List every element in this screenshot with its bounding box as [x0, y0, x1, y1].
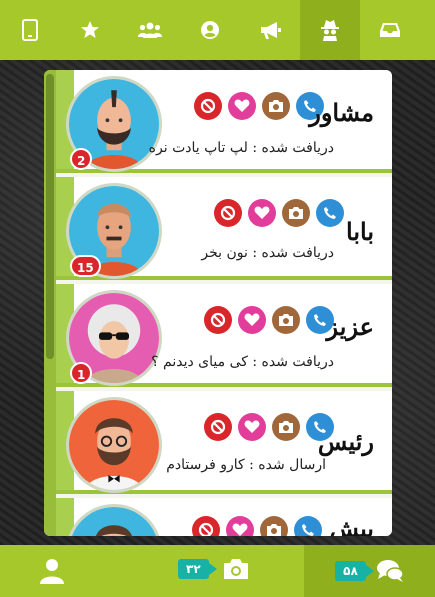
contact-card[interactable]: 2 مشاور دریافت شده : لپ تاپ یادت نره: [56, 70, 392, 173]
last-message: دریافت شده : لپ تاپ یادت نره: [148, 140, 334, 156]
group-icon: [138, 22, 162, 38]
block-icon: [220, 205, 236, 221]
camera-icon: [269, 100, 283, 112]
camera-icon: [223, 559, 248, 579]
contact-card[interactable]: 15 بابا دریافت شده : نون بخر: [56, 177, 392, 280]
avatar[interactable]: [66, 504, 162, 536]
profile-button[interactable]: [38, 557, 66, 585]
camera-button[interactable]: [262, 92, 290, 120]
heart-icon: [254, 206, 270, 219]
tab-inbox[interactable]: [360, 0, 420, 60]
unread-badge: 15: [70, 255, 101, 277]
tab-phone[interactable]: [0, 0, 60, 60]
block-button[interactable]: [194, 92, 222, 120]
inbox-icon: [380, 23, 400, 37]
contact-name: رئیس: [317, 427, 374, 456]
camera-icon: [279, 421, 293, 433]
camera-icon: [279, 314, 293, 326]
favorite-button[interactable]: [238, 413, 266, 441]
phone-icon: [302, 524, 314, 536]
avatar[interactable]: [66, 397, 162, 493]
star-icon: [81, 21, 99, 38]
top-nav: [0, 0, 435, 60]
block-icon: [198, 522, 214, 536]
last-message: دریافت شده : کی میای دیدنم ؟: [151, 354, 334, 370]
bottom-bar: ۳۲ ۵۸: [0, 545, 435, 597]
spy-icon: [321, 20, 339, 41]
favorite-button[interactable]: [248, 199, 276, 227]
chat-bubbles-icon: [376, 560, 404, 582]
heart-icon: [244, 420, 260, 433]
call-button[interactable]: [294, 516, 322, 536]
tab-announcements[interactable]: [240, 0, 300, 60]
user-circle-icon: [201, 21, 219, 39]
action-row: [204, 413, 334, 441]
camera-icon: [289, 207, 303, 219]
phone-icon: [22, 19, 38, 41]
block-icon: [210, 312, 226, 328]
tab-groups[interactable]: [120, 0, 180, 60]
contact-name: بابا: [346, 217, 374, 246]
last-message: دریافت شده : نون بخر: [201, 245, 334, 261]
contact-name: مشاور: [309, 98, 374, 127]
heart-icon: [244, 313, 260, 326]
action-row: [194, 92, 324, 120]
chats-count: ۵۸: [335, 561, 374, 581]
action-row: [192, 516, 322, 536]
camera-icon: [267, 524, 281, 536]
block-button[interactable]: [204, 413, 232, 441]
camera-button[interactable]: [272, 413, 300, 441]
heart-icon: [234, 99, 250, 112]
call-button[interactable]: [316, 199, 344, 227]
contact-card[interactable]: رئیس ارسال شده : کارو فرستادم: [56, 391, 392, 494]
unread-badge: 1: [70, 362, 93, 384]
block-icon: [210, 419, 226, 435]
block-button[interactable]: [192, 516, 220, 536]
contact-card[interactable]: 1 عزیز دریافت شده : کی میای دیدنم ؟: [56, 284, 392, 387]
tab-profile[interactable]: [180, 0, 240, 60]
user-icon: [40, 559, 64, 584]
contacts-panel: 2 مشاور دریافت شده : لپ تاپ یادت نره 15 …: [44, 70, 392, 536]
photos-count: ۳۲: [178, 559, 217, 579]
camera-button[interactable]: [282, 199, 310, 227]
megaphone-icon: [261, 22, 281, 39]
favorite-button[interactable]: [226, 516, 254, 536]
last-message: ارسال شده : کارو فرستادم: [166, 457, 326, 473]
scrollbar-thumb[interactable]: [46, 74, 54, 359]
contact-name: عزیز: [326, 312, 374, 341]
block-button[interactable]: [204, 306, 232, 334]
favorite-button[interactable]: [238, 306, 266, 334]
photos-button[interactable]: ۳۲: [178, 558, 249, 580]
camera-button[interactable]: [260, 516, 288, 536]
tab-favorites[interactable]: [60, 0, 120, 60]
action-row: [204, 306, 334, 334]
favorite-button[interactable]: [228, 92, 256, 120]
contact-card[interactable]: پیش: [56, 498, 392, 536]
block-button[interactable]: [214, 199, 242, 227]
scrollbar-track[interactable]: [44, 70, 56, 536]
phone-icon: [324, 207, 336, 219]
phone-icon: [314, 314, 326, 326]
heart-icon: [232, 523, 248, 536]
camera-button[interactable]: [272, 306, 300, 334]
contact-name: پیش: [329, 514, 374, 536]
chats-button[interactable]: ۵۸: [304, 545, 435, 597]
unread-badge: 2: [70, 148, 93, 170]
block-icon: [200, 98, 216, 114]
tab-secret[interactable]: [300, 0, 360, 60]
action-row: [214, 199, 344, 227]
